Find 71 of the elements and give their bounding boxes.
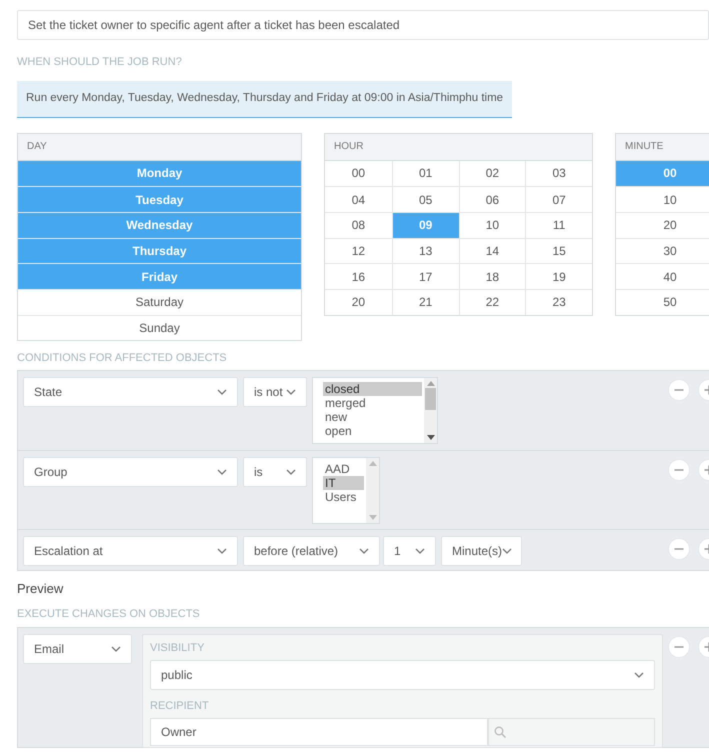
time-option[interactable]: 30 — [616, 238, 709, 264]
recipient-field[interactable]: Owner — [150, 718, 488, 746]
list-option[interactable]: new — [323, 410, 422, 424]
action-select[interactable]: Email — [23, 634, 132, 664]
time-option[interactable]: 10 — [458, 212, 526, 238]
list-option[interactable]: closed — [323, 382, 422, 396]
caret-icon — [286, 468, 296, 475]
time-option[interactable]: 13 — [392, 238, 458, 264]
caret-icon — [359, 548, 369, 554]
remove-button[interactable] — [668, 378, 690, 401]
list-option[interactable]: merged — [323, 396, 422, 410]
name-field[interactable]: Set the ticket owner to specific agent after a ticket has been escalated — [17, 10, 709, 40]
search-field[interactable] — [488, 718, 655, 746]
caret-icon — [634, 672, 644, 678]
time-option[interactable]: 07 — [525, 186, 592, 212]
time-option[interactable]: 19 — [525, 263, 592, 289]
time-option[interactable]: 14 — [458, 238, 526, 264]
operator-select[interactable]: before (relative) — [243, 536, 380, 566]
section-label: CONDITIONS FOR AFFECTED OBJECTS — [17, 351, 228, 366]
list-option[interactable]: AAD — [323, 462, 364, 476]
list-box[interactable]: AAD IT Users — [312, 456, 380, 524]
scrollbar[interactable] — [366, 458, 379, 523]
attribute-select[interactable]: Escalation at — [23, 536, 238, 566]
time-option[interactable]: 23 — [525, 288, 592, 315]
caret-icon — [502, 548, 512, 554]
caret-icon — [217, 548, 227, 554]
time-option[interactable]: 11 — [525, 212, 592, 238]
visibility-select[interactable]: public — [150, 660, 655, 690]
list-option[interactable]: open — [323, 424, 422, 438]
list-box[interactable]: closed merged new open — [312, 376, 438, 444]
time-option[interactable]: 12 — [325, 238, 392, 264]
scrollbar[interactable] — [424, 378, 437, 443]
caret-icon — [415, 548, 425, 554]
remove-button[interactable] — [668, 636, 690, 658]
section-heading: Preview — [17, 580, 64, 598]
list-option[interactable]: IT — [323, 476, 364, 490]
column-header: MINUTE — [616, 134, 709, 160]
attribute-select[interactable]: Group — [23, 456, 238, 487]
value-select[interactable]: 1 — [383, 536, 436, 566]
time-option[interactable]: 18 — [458, 263, 526, 289]
time-option[interactable]: 22 — [458, 288, 526, 315]
remove-button[interactable] — [668, 538, 690, 560]
time-option[interactable]: 15 — [525, 238, 592, 264]
section-label: RECIPIENT — [150, 699, 210, 714]
time-option[interactable]: 02 — [458, 160, 526, 186]
operator-select[interactable]: is — [243, 456, 307, 487]
section-label: EXECUTE CHANGES ON OBJECTS — [17, 607, 201, 622]
scroll-up-arrow-icon[interactable] — [426, 380, 434, 386]
schedule-summary: Run every Monday, Tuesday, Wednesday, Thursday and Friday at 09:00 in Asia/Thimphu time — [17, 80, 512, 118]
column-header: HOUR — [325, 134, 592, 160]
caret-icon — [111, 646, 121, 652]
search-icon — [494, 726, 506, 738]
list-option[interactable]: Users — [323, 490, 364, 504]
operator-select[interactable]: is not — [243, 376, 307, 407]
scroll-up-arrow-icon[interactable] — [368, 460, 376, 466]
time-option[interactable]: 21 — [392, 288, 458, 315]
attribute-select[interactable]: State — [23, 376, 238, 407]
section-label: WHEN SHOULD THE JOB RUN? — [17, 55, 183, 70]
section-label: VISIBILITY — [150, 640, 206, 656]
caret-icon — [217, 388, 227, 395]
time-option[interactable]: 06 — [458, 186, 526, 212]
unit-select[interactable]: Minute(s) — [441, 536, 522, 566]
column-header: DAY — [18, 134, 301, 160]
remove-button[interactable] — [668, 458, 690, 481]
caret-icon — [217, 468, 227, 475]
time-option[interactable]: 05 — [392, 186, 458, 212]
caret-icon — [286, 388, 296, 395]
time-option[interactable]: 03 — [525, 160, 592, 186]
time-option[interactable]: 01 — [392, 160, 458, 186]
scroll-down-arrow-icon[interactable] — [426, 434, 434, 440]
time-option[interactable]: 17 — [392, 263, 458, 289]
